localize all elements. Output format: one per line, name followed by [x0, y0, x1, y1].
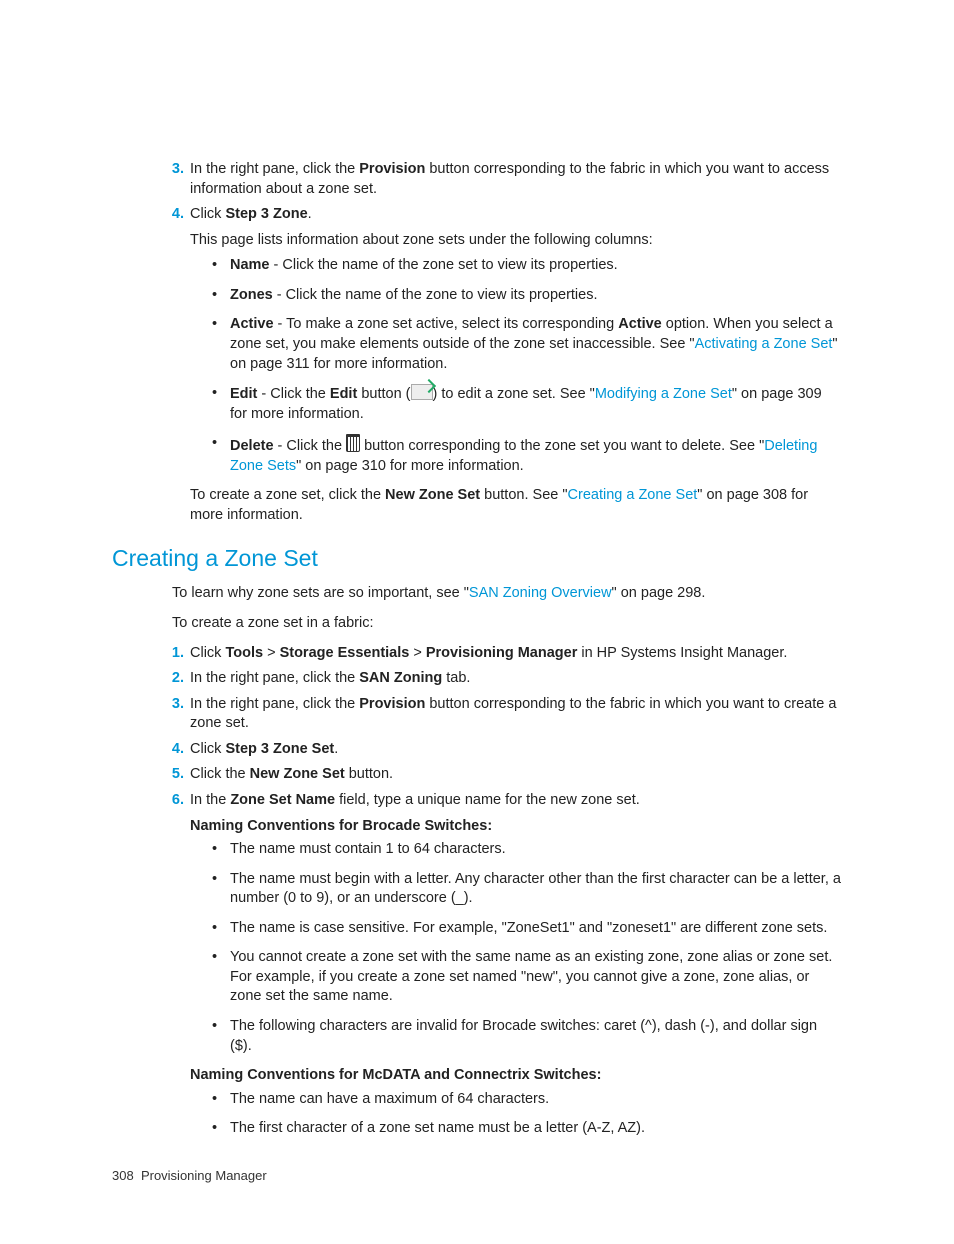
step-text: Click Tools > Storage Essentials > Provi… — [190, 645, 787, 661]
list-item: You cannot create a zone set with the sa… — [212, 948, 842, 1007]
intro-para-1: To learn why zone sets are so important,… — [172, 584, 842, 604]
brocade-list: The name must contain 1 to 64 characters… — [212, 840, 842, 1056]
create-step-6: 6. In the Zone Set Name field, type a uni… — [164, 791, 842, 811]
step-number: 4. — [164, 740, 184, 760]
step-number: 5. — [164, 765, 184, 785]
step-number: 3. — [164, 160, 184, 180]
step-4-closing: To create a zone set, click the New Zone… — [190, 486, 842, 525]
zone-columns-list: Name - Click the name of the zone set to… — [212, 256, 842, 476]
link-creating-zone-set[interactable]: Creating a Zone Set — [568, 487, 698, 503]
list-item-edit: Edit - Click the Edit button () to edit … — [212, 384, 842, 424]
create-step-1: 1. Click Tools > Storage Essentials > Pro… — [164, 644, 842, 664]
footer-title: Provisioning Manager — [141, 1168, 267, 1183]
mcdata-list: The name can have a maximum of 64 charac… — [212, 1090, 842, 1139]
list-item: The following characters are invalid for… — [212, 1017, 842, 1056]
list-item: The name can have a maximum of 64 charac… — [212, 1090, 842, 1110]
step-text: In the right pane, click the Provision b… — [190, 161, 829, 197]
step-number: 6. — [164, 791, 184, 811]
list-item-delete: Delete - Click the button corresponding … — [212, 434, 842, 476]
step-text: Click Step 3 Zone. — [190, 206, 312, 222]
list-item-name: Name - Click the name of the zone set to… — [212, 256, 842, 276]
step-text: In the right pane, click the Provision b… — [190, 696, 836, 732]
list-item: The name must contain 1 to 64 characters… — [212, 840, 842, 860]
step-3: 3. In the right pane, click the Provision… — [164, 160, 842, 199]
step-number: 3. — [164, 695, 184, 715]
list-item: The name must begin with a letter. Any c… — [212, 870, 842, 909]
step-text: Click the New Zone Set button. — [190, 766, 393, 782]
step-number: 4. — [164, 205, 184, 225]
page-number: 308 — [112, 1168, 134, 1183]
page-footer: 308 Provisioning Manager — [112, 1167, 842, 1185]
link-san-zoning-overview[interactable]: SAN Zoning Overview — [469, 585, 612, 601]
delete-icon — [346, 434, 360, 452]
create-step-3: 3. In the right pane, click the Provision… — [164, 695, 842, 734]
step-4: 4. Click Step 3 Zone. — [164, 205, 842, 225]
brocade-heading: Naming Conventions for Brocade Switches: — [190, 817, 842, 837]
step-number: 2. — [164, 669, 184, 689]
create-step-2: 2. In the right pane, click the SAN Zonin… — [164, 669, 842, 689]
heading-creating-zone-set: Creating a Zone Set — [112, 543, 842, 574]
step-text: In the Zone Set Name field, type a uniqu… — [190, 792, 640, 808]
intro-para-2: To create a zone set in a fabric: — [172, 614, 842, 634]
list-item: The name is case sensitive. For example,… — [212, 919, 842, 939]
step-text: In the right pane, click the SAN Zoning … — [190, 670, 470, 686]
link-modifying-zone-set[interactable]: Modifying a Zone Set — [595, 386, 732, 402]
list-item-zones: Zones - Click the name of the zone to vi… — [212, 286, 842, 306]
mcdata-heading: Naming Conventions for McDATA and Connec… — [190, 1066, 842, 1086]
step-number: 1. — [164, 644, 184, 664]
create-step-4: 4. Click Step 3 Zone Set. — [164, 740, 842, 760]
document-page: 3. In the right pane, click the Provision… — [0, 0, 954, 1244]
list-item-active: Active - To make a zone set active, sele… — [212, 315, 842, 374]
create-step-5: 5. Click the New Zone Set button. — [164, 765, 842, 785]
step-4-description: This page lists information about zone s… — [190, 231, 842, 251]
step-text: Click Step 3 Zone Set. — [190, 741, 338, 757]
list-item: The first character of a zone set name m… — [212, 1119, 842, 1139]
edit-icon — [411, 384, 433, 400]
link-activating-zone-set[interactable]: Activating a Zone Set — [695, 336, 833, 352]
